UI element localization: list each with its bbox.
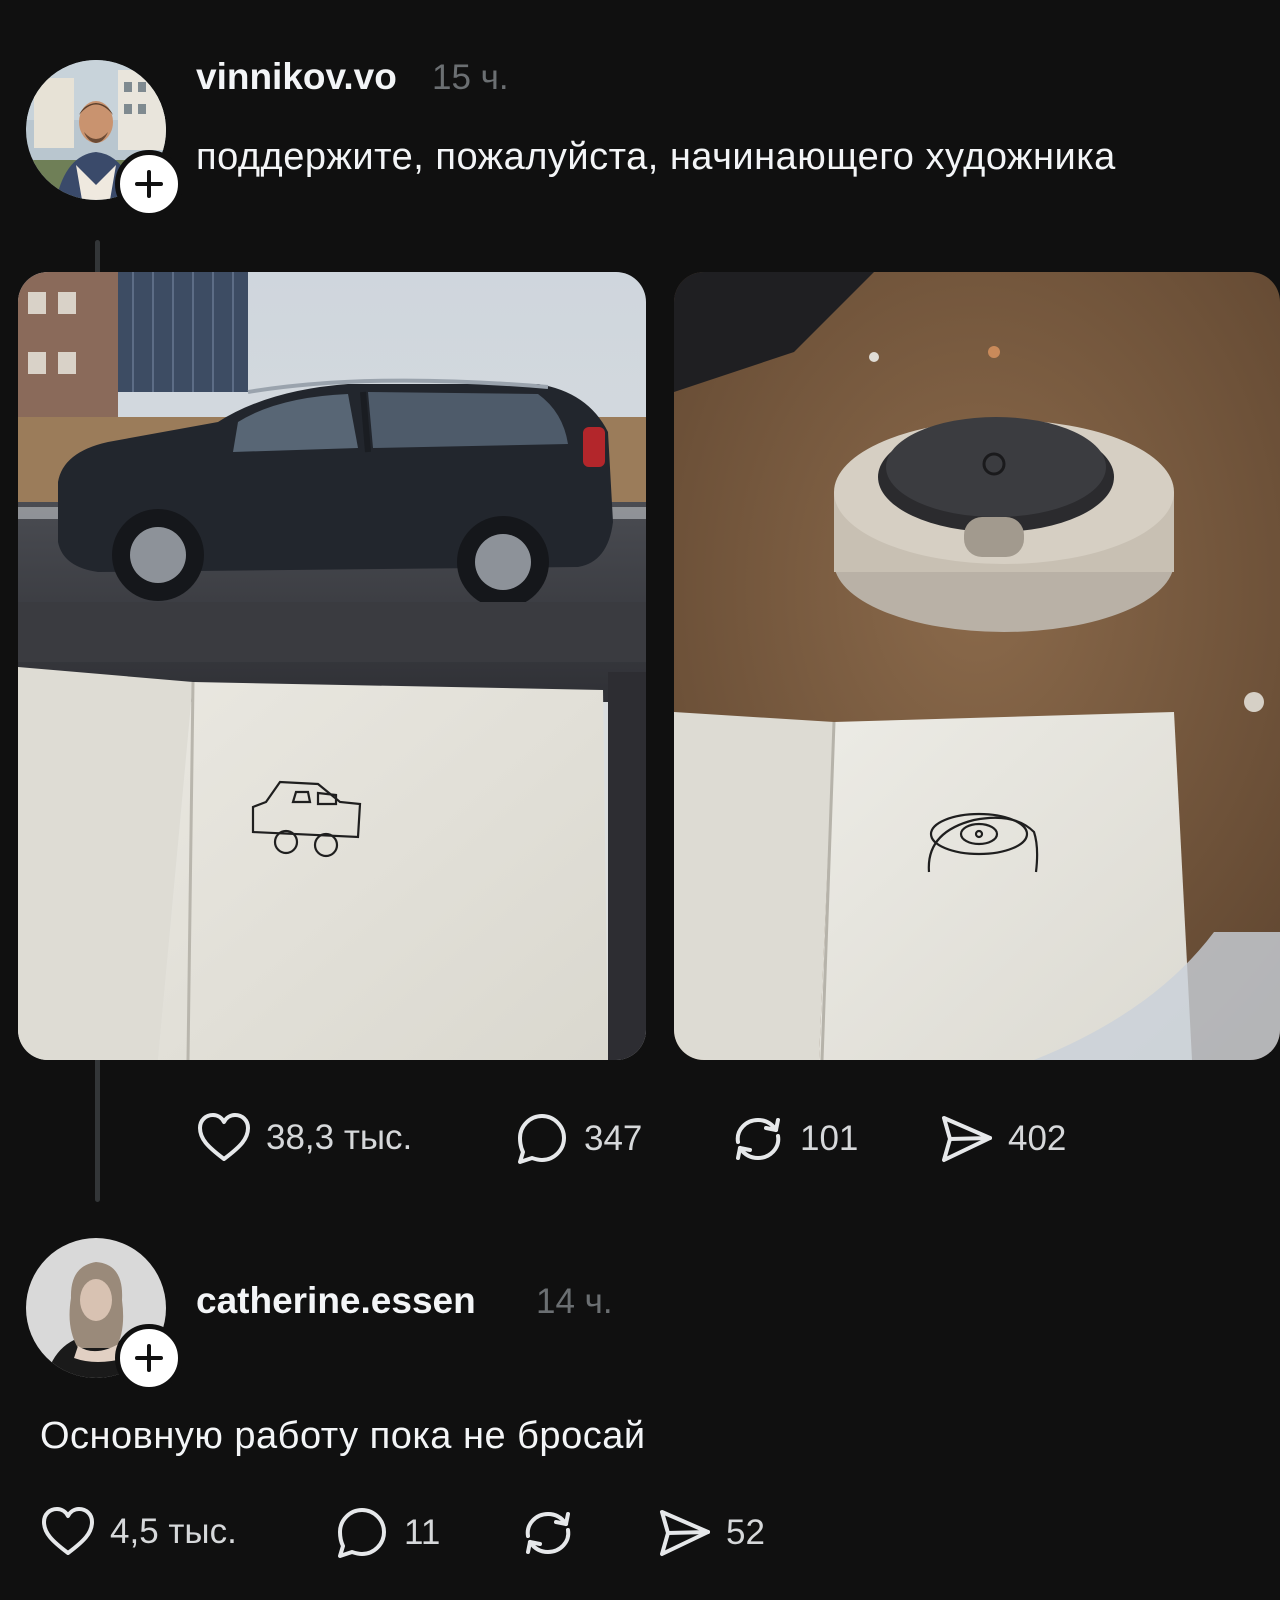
send-paper-plane-icon — [942, 1116, 992, 1162]
post-image-manhole[interactable] — [674, 272, 1280, 1060]
reply-share-count: 52 — [726, 1513, 765, 1552]
post-text: поддержите, пожалуйста, начинающего худо… — [196, 136, 1116, 178]
like-button[interactable]: 38,3 тыс. — [196, 1112, 412, 1164]
threads-feed: vinnikov.vo 15 ч. поддержите, пожалуйста… — [0, 0, 1280, 1600]
reply-text: Основную работу пока не бросай — [40, 1415, 646, 1457]
post-time: 15 ч. — [432, 58, 509, 97]
follow-button[interactable] — [115, 150, 183, 218]
repost-arrows-icon — [735, 1118, 781, 1160]
comment-count: 347 — [584, 1119, 643, 1158]
reply-like-count: 4,5 тыс. — [110, 1512, 237, 1551]
post-username[interactable]: vinnikov.vo — [196, 56, 397, 98]
share-button[interactable]: 402 — [938, 1112, 1066, 1166]
reply-repost-button[interactable] — [520, 1506, 576, 1560]
heart-icon — [42, 1507, 94, 1555]
comment-button[interactable]: 347 — [514, 1112, 642, 1166]
repost-arrows-icon — [525, 1512, 571, 1554]
like-count: 38,3 тыс. — [266, 1118, 413, 1157]
post-image-car[interactable] — [18, 272, 646, 1060]
heart-icon — [198, 1113, 250, 1161]
reply-time: 14 ч. — [536, 1282, 613, 1321]
repost-count: 101 — [800, 1119, 859, 1158]
repost-button[interactable]: 101 — [730, 1112, 858, 1166]
reply-like-button[interactable]: 4,5 тыс. — [40, 1506, 237, 1558]
follow-button-reply[interactable] — [115, 1324, 183, 1392]
reply-share-button[interactable]: 52 — [656, 1506, 765, 1560]
reply-comment-count: 11 — [404, 1513, 441, 1552]
comment-bubble-icon — [338, 1508, 386, 1558]
plus-icon — [135, 170, 163, 198]
comment-bubble-icon — [518, 1114, 566, 1164]
send-paper-plane-icon — [660, 1510, 710, 1556]
plus-icon — [135, 1344, 163, 1372]
reply-comment-button[interactable]: 11 — [334, 1506, 440, 1560]
share-count: 402 — [1008, 1119, 1067, 1158]
reply-username[interactable]: catherine.essen — [196, 1280, 476, 1322]
